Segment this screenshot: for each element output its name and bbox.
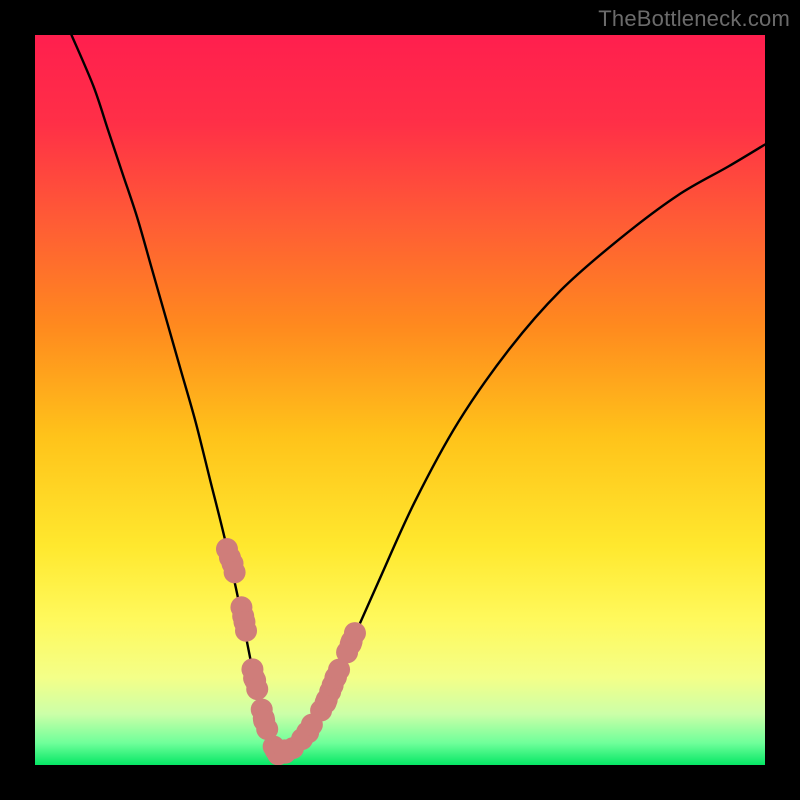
- gradient-background: [35, 35, 765, 765]
- chart-frame: TheBottleneck.com: [0, 0, 800, 800]
- benchmark-point: [224, 561, 246, 583]
- plot-area: [35, 35, 765, 765]
- chart-svg: [35, 35, 765, 765]
- watermark-text: TheBottleneck.com: [598, 6, 790, 32]
- benchmark-point: [235, 620, 257, 642]
- benchmark-point: [246, 678, 268, 700]
- benchmark-point: [344, 622, 366, 644]
